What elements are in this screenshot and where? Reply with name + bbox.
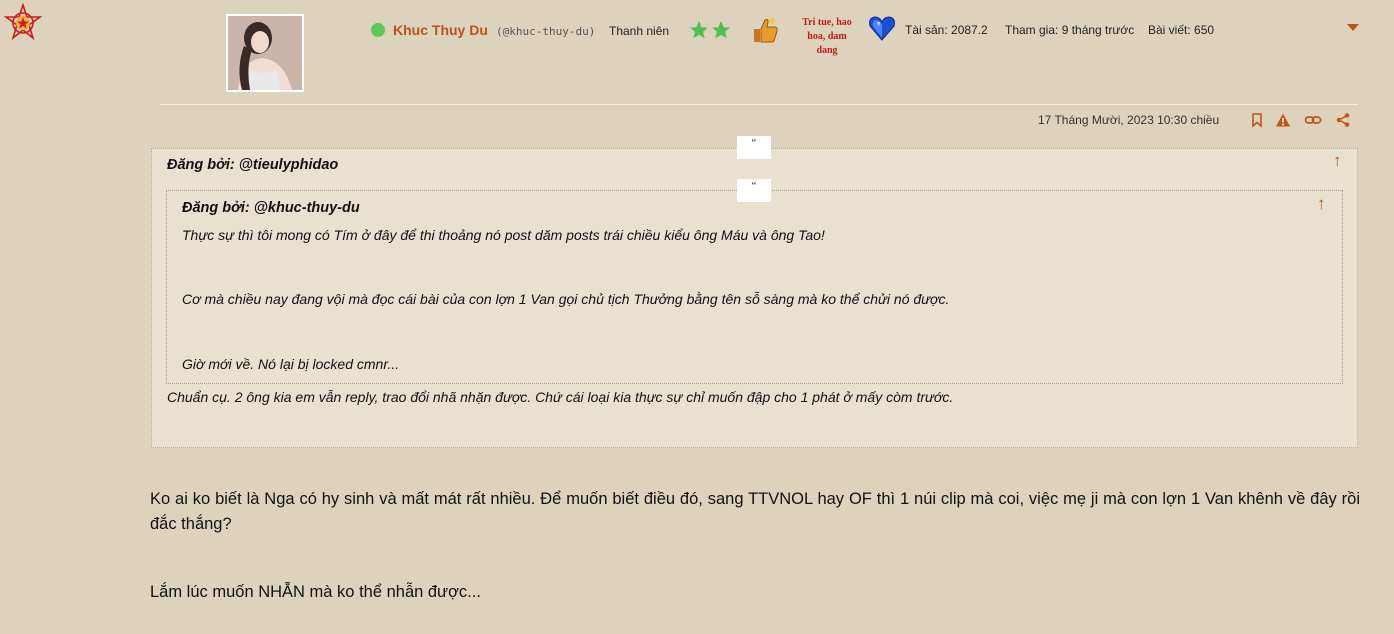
quote-text: Chuẩn cụ. 2 ông kia em vẫn reply, trao đ… — [167, 389, 954, 405]
user-assets: Tài sản: 2087.2 — [905, 23, 988, 37]
share-icon[interactable] — [1335, 112, 1351, 128]
bookmark-icon[interactable] — [1249, 112, 1265, 128]
user-rank: Thanh niên — [609, 24, 670, 38]
user-joined: Tham gia: 9 tháng trước — [1005, 23, 1135, 37]
quote-text-line: Thực sự thì tôi mong có Tím ở đây để thi… — [182, 227, 825, 243]
quote-text-line: Cơ mà chiều nay đang vội mà đọc cái bài … — [182, 291, 950, 307]
quote-author[interactable]: Đăng bởi: @tieulyphidao — [167, 157, 338, 173]
chevron-down-icon[interactable] — [1346, 20, 1360, 31]
star-icon — [712, 21, 730, 39]
user-handle: (@khuc-thuy-du) — [496, 25, 596, 38]
quote-mark-icon: “ — [737, 179, 771, 202]
site-logo-icon[interactable] — [2, 2, 44, 45]
heart-gem-icon — [868, 14, 896, 42]
user-name[interactable]: Khuc Thuy Du — [393, 22, 488, 38]
header-divider — [160, 104, 1358, 105]
quote-block-inner — [166, 190, 1343, 384]
star-icon — [690, 21, 708, 39]
post-body-paragraph: Lắm lúc muốn NHẪN mà ko thể nhẫn được... — [150, 583, 481, 601]
quote-mark-icon: “ — [737, 136, 771, 159]
link-icon[interactable] — [1304, 112, 1322, 128]
user-post-count: Bài viết: 650 — [1148, 23, 1215, 37]
online-status-dot — [371, 23, 385, 37]
thumbs-up-badge-icon — [751, 15, 779, 45]
arrow-up-icon[interactable]: ↑ — [1317, 195, 1326, 212]
title-badge: Tri tue, hao hoa, dam dang — [796, 16, 858, 58]
title-badge-line2: hoa, dam dang — [807, 31, 847, 56]
post-date[interactable]: 17 Tháng Mười, 2023 10:30 chiều — [1038, 113, 1219, 127]
avatar[interactable] — [226, 14, 304, 92]
report-icon[interactable] — [1275, 112, 1291, 128]
quote-author[interactable]: Đăng bởi: @khuc-thuy-du — [182, 200, 360, 216]
arrow-up-icon[interactable]: ↑ — [1333, 152, 1342, 169]
quote-text-line: Giờ mới về. Nó lại bị locked cmnr... — [182, 356, 400, 372]
rank-stars — [689, 20, 733, 45]
post-body-paragraph: Ko ai ko biết là Nga có hy sinh và mất m… — [150, 490, 1360, 533]
title-badge-line1: Tri tue, hao — [802, 17, 852, 28]
